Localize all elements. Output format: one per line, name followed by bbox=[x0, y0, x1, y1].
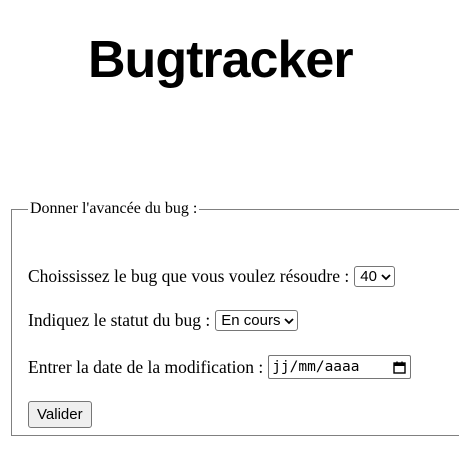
status-select[interactable]: En cours bbox=[215, 310, 299, 331]
bug-select-label: Choississez le bug que vous voulez résou… bbox=[28, 266, 350, 286]
page: Bugtracker Donner l'avancée du bug : Cho… bbox=[0, 0, 459, 456]
submit-button[interactable]: Valider bbox=[28, 401, 92, 428]
form-legend: Donner l'avancée du bug : bbox=[30, 200, 198, 217]
date-row: Entrer la date de la modification : jj/m… bbox=[28, 355, 412, 379]
chevron-down-icon bbox=[284, 317, 295, 324]
calendar-icon[interactable] bbox=[393, 361, 406, 374]
bug-select-value: 40 bbox=[360, 268, 377, 285]
date-label: Entrer la date de la modification : bbox=[28, 356, 264, 377]
chevron-down-icon bbox=[381, 273, 391, 280]
bug-progress-form: Donner l'avancée du bug : Choississez le… bbox=[11, 200, 459, 436]
status-select-label: Indiquez le statut du bug : bbox=[28, 310, 211, 330]
bug-select[interactable]: 40 bbox=[354, 266, 395, 287]
status-select-value: En cours bbox=[221, 312, 281, 329]
modification-date-input[interactable]: jj/mm/aaaa bbox=[268, 355, 412, 379]
date-placeholder: jj/mm/aaaa bbox=[272, 359, 360, 375]
logo: Bugtracker bbox=[88, 31, 354, 89]
status-select-row: Indiquez le statut du bug : En cours bbox=[28, 310, 299, 331]
bug-select-row: Choississez le bug que vous voulez résou… bbox=[28, 266, 395, 287]
